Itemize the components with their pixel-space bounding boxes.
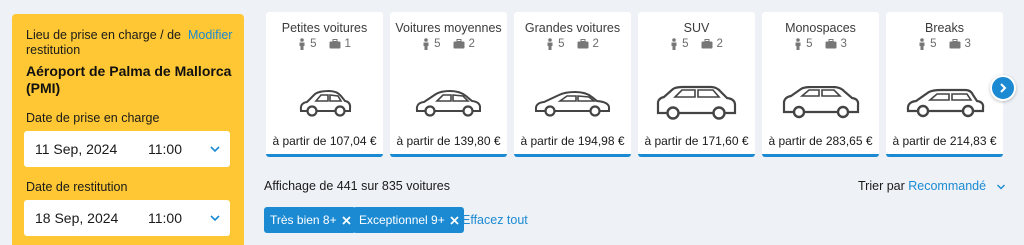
filter-chip-very-good[interactable]: Très bien 8+: [264, 207, 356, 233]
return-datetime-field[interactable]: 18 Sep, 2024 11:00: [24, 200, 230, 236]
passenger-icon: [919, 38, 925, 50]
luggage-icon: [453, 39, 464, 49]
sort-label: Trier par: [858, 179, 905, 193]
category-price: à partir de 139,80 €: [396, 134, 501, 148]
return-time-value[interactable]: 11:00: [148, 210, 182, 226]
capacity-row: 5 2: [514, 38, 631, 50]
location-label: Lieu de prise en charge / de restitution: [26, 28, 181, 57]
category-card-minivan[interactable]: Monospaces 5 3 à partir de 283,65 €: [762, 12, 879, 157]
chevron-down-icon[interactable]: [996, 182, 1006, 192]
capacity-row: 5 3: [886, 38, 1003, 50]
bag-count: 3: [964, 38, 971, 50]
category-card-large[interactable]: Grandes voitures 5 2 à partir de 194,98 …: [514, 12, 631, 157]
sort-value[interactable]: Recommandé: [908, 179, 986, 193]
suv-icon: [638, 76, 755, 130]
clear-all-filters-link[interactable]: Effacez tout: [462, 213, 528, 227]
bag-count: 2: [592, 38, 599, 50]
luggage-icon: [329, 39, 340, 49]
close-icon[interactable]: [450, 215, 459, 225]
passenger-count: 5: [682, 38, 689, 50]
small-car-icon: [266, 76, 383, 130]
bag-count: 2: [716, 38, 723, 50]
category-price: à partir de 283,65 €: [768, 134, 873, 148]
bag-count: 1: [344, 38, 351, 50]
return-date-label: Date de restitution: [26, 180, 128, 194]
chevron-right-icon: [1000, 83, 1007, 93]
passenger-icon: [423, 38, 429, 50]
large-car-icon: [514, 76, 631, 130]
bag-count: 3: [840, 38, 847, 50]
passenger-count: 5: [558, 38, 565, 50]
passenger-count: 5: [434, 38, 441, 50]
chevron-down-icon[interactable]: [209, 143, 221, 155]
luggage-icon: [825, 39, 836, 49]
pickup-time-value[interactable]: 11:00: [148, 141, 182, 157]
medium-car-icon: [390, 76, 507, 130]
filter-chip-exceptional[interactable]: Exceptionnel 9+: [353, 207, 464, 233]
capacity-row: 5 3: [762, 38, 879, 50]
luggage-icon: [577, 39, 588, 49]
passenger-icon: [547, 38, 553, 50]
category-price: à partir de 194,98 €: [520, 134, 625, 148]
category-name: Voitures moyennes: [395, 21, 502, 35]
category-card-medium[interactable]: Voitures moyennes 5 2 à partir de 139,80…: [390, 12, 507, 157]
close-icon[interactable]: [341, 215, 351, 225]
location-name: Aéroport de Palma de Mallorca (PMI): [26, 63, 232, 96]
carousel-next-button[interactable]: [990, 75, 1016, 101]
passenger-count: 5: [806, 38, 813, 50]
category-name: Breaks: [925, 21, 964, 35]
results-count: Affichage de 441 sur 835 voitures: [264, 179, 451, 193]
category-card-suv[interactable]: SUV 5 2 à partir de 171,60 €: [638, 12, 755, 157]
pickup-date-value[interactable]: 11 Sep, 2024: [35, 141, 117, 157]
luggage-icon: [701, 39, 712, 49]
category-name: Petites voitures: [281, 21, 368, 35]
category-price: à partir de 171,60 €: [644, 134, 749, 148]
passenger-count: 5: [310, 38, 317, 50]
category-name: SUV: [683, 21, 710, 35]
category-price: à partir de 107,04 €: [272, 134, 377, 148]
category-name: Grandes voitures: [524, 21, 621, 35]
return-date-value[interactable]: 18 Sep, 2024: [35, 210, 118, 226]
passenger-icon: [299, 38, 305, 50]
category-card-estate[interactable]: Breaks 5 3 à partir de 214,83 €: [886, 12, 1003, 157]
chevron-down-icon[interactable]: [209, 212, 221, 224]
bag-count: 2: [468, 38, 475, 50]
pickup-datetime-field[interactable]: 11 Sep, 2024 11:00: [24, 131, 230, 167]
passenger-icon: [795, 38, 801, 50]
capacity-row: 5 1: [266, 38, 383, 50]
minivan-icon: [762, 76, 879, 130]
category-card-small[interactable]: Petites voitures 5 1 à partir de 107,04 …: [266, 12, 383, 157]
filter-chip-label: Exceptionnel 9+: [359, 213, 445, 227]
modify-link[interactable]: Modifier: [188, 28, 232, 42]
passenger-icon: [671, 38, 677, 50]
pickup-date-label: Date de prise en charge: [26, 111, 160, 125]
filter-chip-label: Très bien 8+: [270, 213, 337, 227]
search-panel: Lieu de prise en charge / de restitution…: [12, 14, 244, 245]
category-name: Monospaces: [785, 21, 856, 35]
category-price: à partir de 214,83 €: [892, 134, 997, 148]
capacity-row: 5 2: [390, 38, 507, 50]
passenger-count: 5: [930, 38, 937, 50]
sort-control[interactable]: Trier par Recommandé: [858, 179, 1006, 193]
estate-car-icon: [886, 76, 1003, 130]
capacity-row: 5 2: [638, 38, 755, 50]
luggage-icon: [949, 39, 960, 49]
